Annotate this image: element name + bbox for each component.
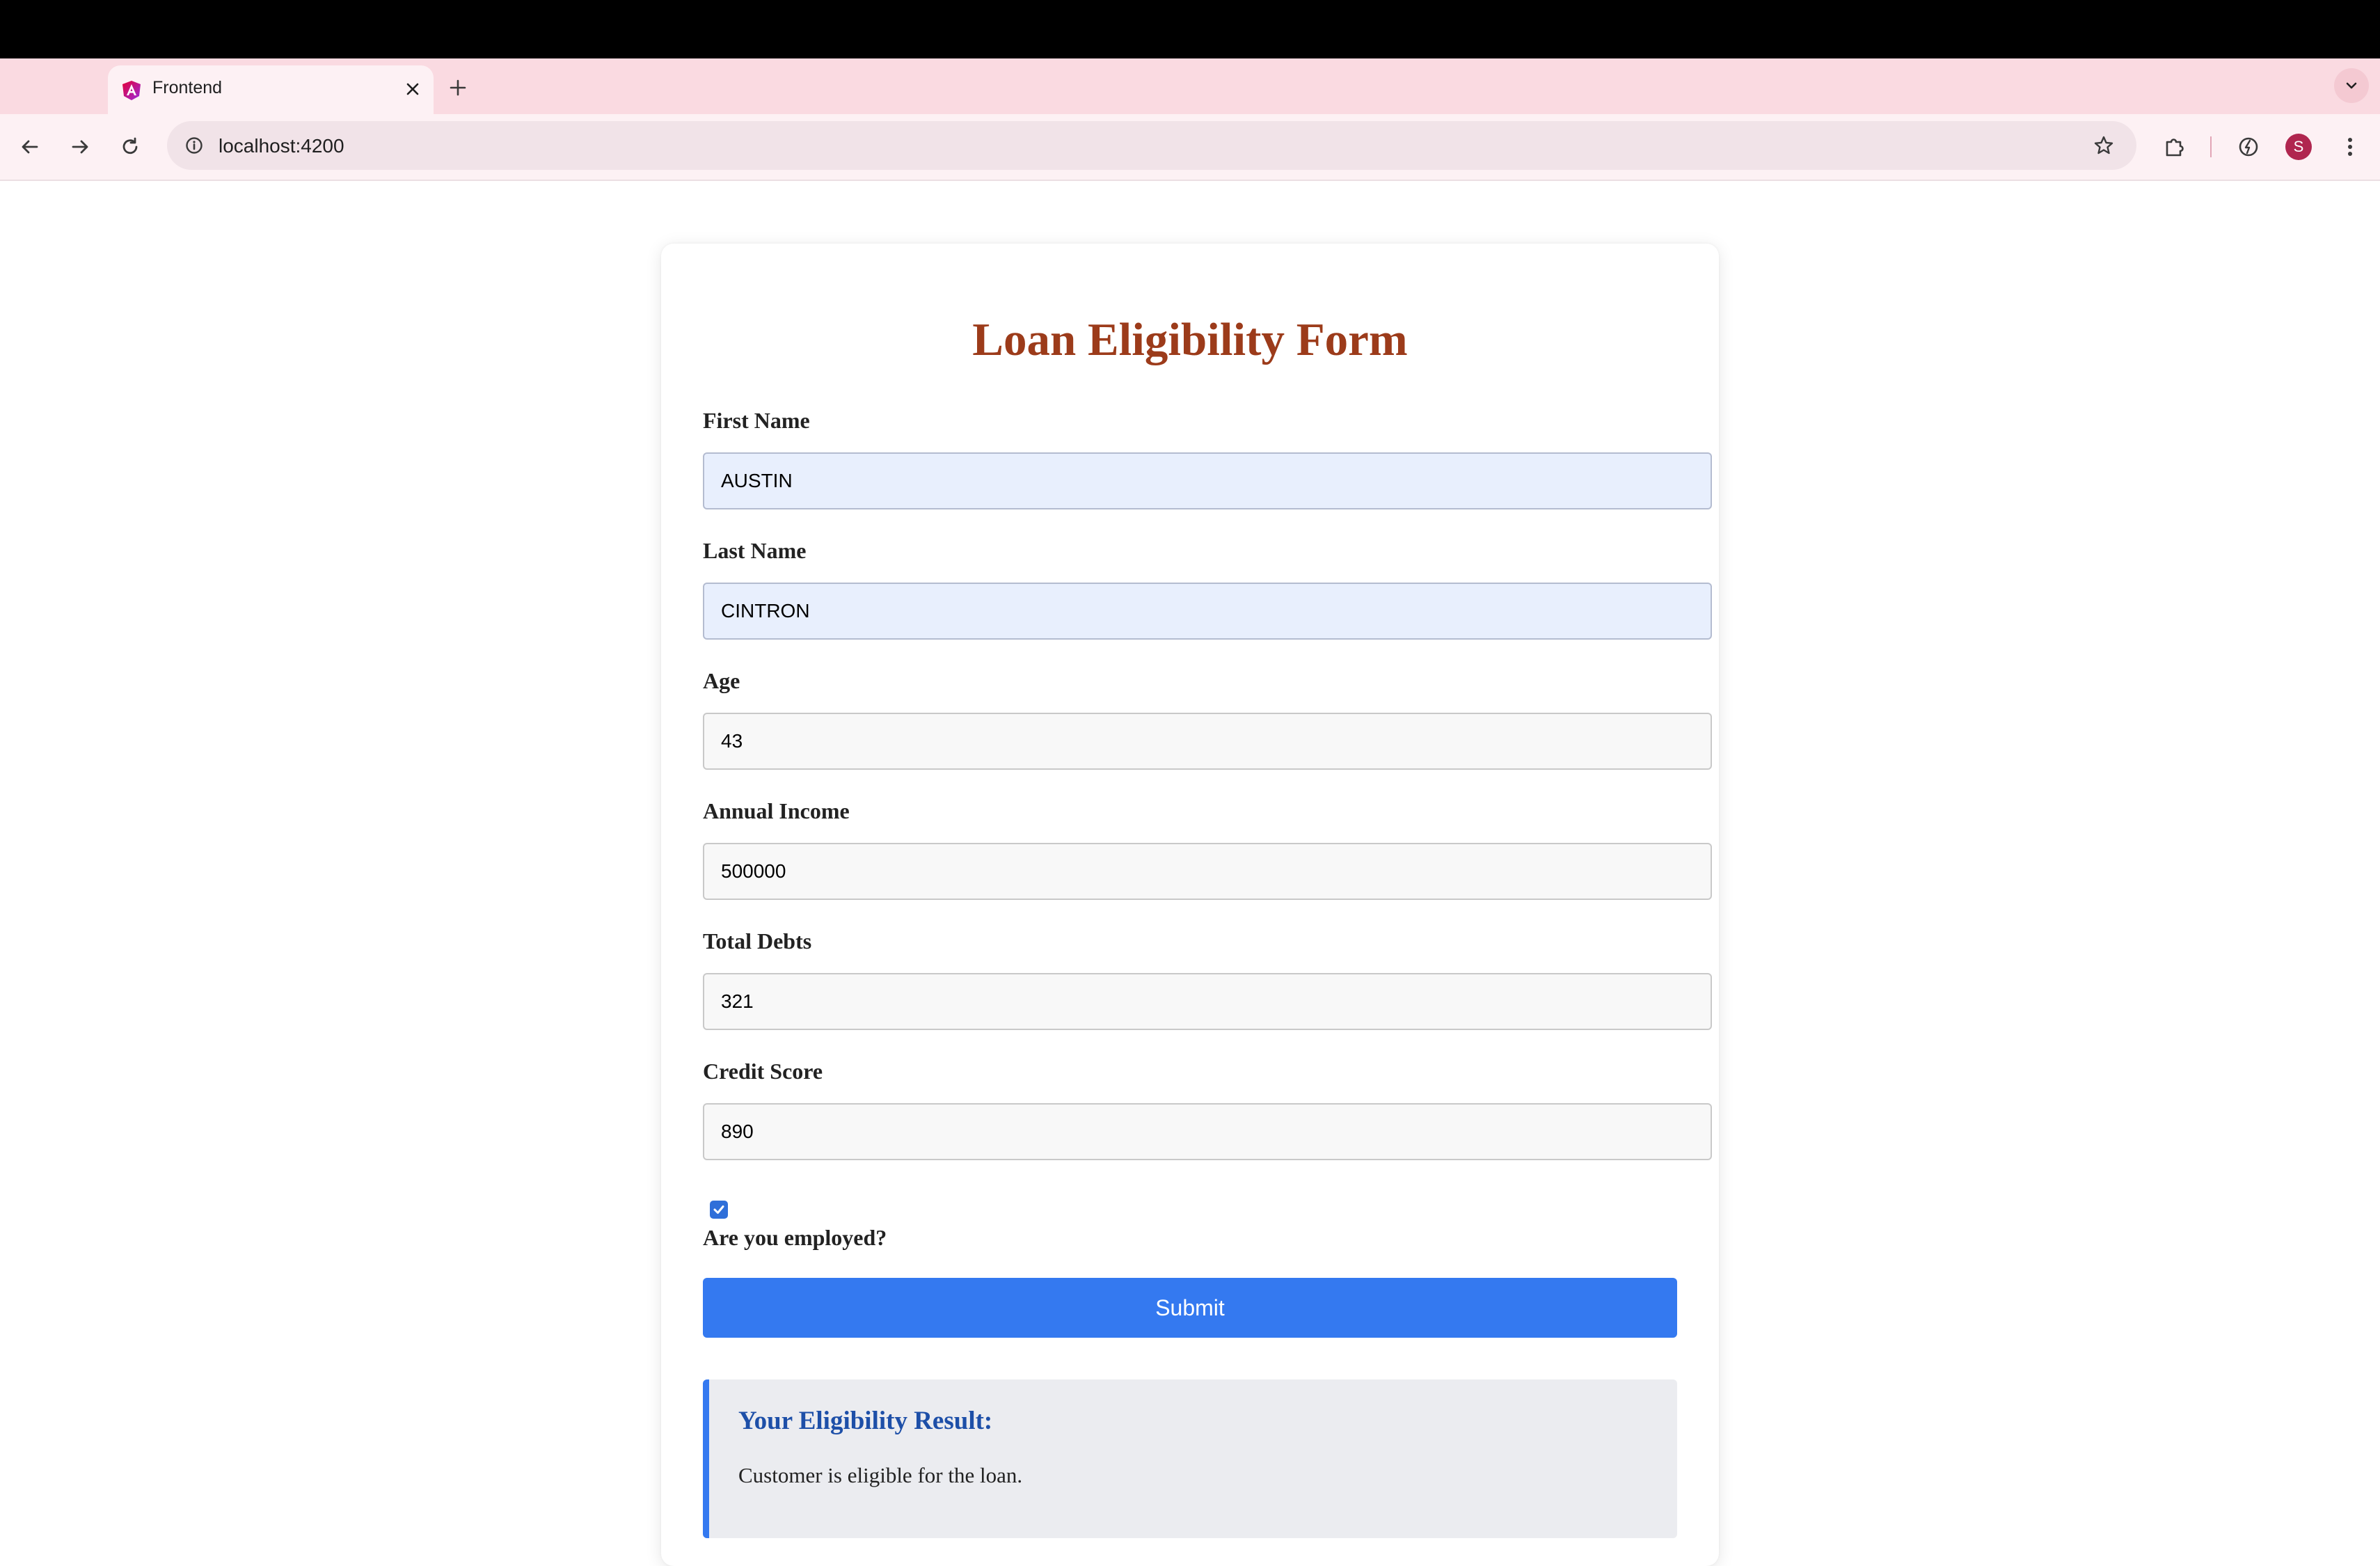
first-name-label: First Name [703, 408, 810, 433]
new-tab-plus-icon[interactable] [443, 72, 473, 103]
credit-score-label: Credit Score [703, 1059, 823, 1084]
last-name-label: Last Name [703, 538, 807, 563]
total-debts-value: 321 [721, 990, 754, 1012]
annual-income-value: 500000 [721, 860, 786, 882]
url-text: localhost:4200 [219, 135, 344, 157]
credit-score-value: 890 [721, 1121, 754, 1142]
profile-avatar[interactable]: S [2285, 134, 2312, 160]
site-info-icon[interactable] [177, 128, 212, 163]
eligibility-result-box: Your Eligibility Result: Customer is eli… [703, 1379, 1677, 1538]
system-top-bar [0, 0, 2380, 58]
address-bar[interactable]: localhost:4200 [167, 121, 2136, 170]
page-title: Loan Eligibility Form [972, 314, 1408, 365]
performance-gauge-icon[interactable] [2231, 129, 2266, 164]
tab-close-icon[interactable] [399, 75, 427, 103]
first-name-value: AUSTIN [721, 470, 793, 491]
last-name-value: CINTRON [721, 600, 810, 622]
bookmark-star-icon[interactable] [2086, 128, 2121, 163]
annual-income-input[interactable]: 500000 [703, 843, 1712, 900]
total-debts-label: Total Debts [703, 928, 812, 954]
submit-button[interactable]: Submit [703, 1278, 1677, 1338]
extensions-puzzle-icon[interactable] [2157, 129, 2192, 164]
more-menu-icon[interactable] [2333, 129, 2367, 164]
tab-strip: Frontend [0, 58, 2380, 114]
employed-checkbox[interactable] [710, 1201, 728, 1219]
browser-toolbar: localhost:4200 S [0, 114, 2380, 181]
browser-tab[interactable]: Frontend [108, 65, 434, 114]
last-name-input[interactable]: CINTRON [703, 583, 1712, 640]
result-heading: Your Eligibility Result: [738, 1407, 993, 1435]
tab-search-chevron-icon[interactable] [2334, 68, 2369, 103]
first-name-input[interactable]: AUSTIN [703, 452, 1712, 509]
employed-label: Are you employed? [703, 1225, 887, 1250]
annual-income-label: Annual Income [703, 798, 850, 823]
age-label: Age [703, 668, 740, 693]
age-value: 43 [721, 730, 743, 752]
total-debts-input[interactable]: 321 [703, 973, 1712, 1030]
loan-form-card: Loan Eligibility Form First Name AUSTIN … [661, 244, 1719, 1566]
reload-icon[interactable] [113, 129, 148, 164]
tab-title: Frontend [152, 78, 223, 97]
result-message: Customer is eligible for the loan. [738, 1463, 1023, 1487]
credit-score-input[interactable]: 890 [703, 1103, 1712, 1160]
back-arrow-icon[interactable] [13, 129, 47, 164]
angular-favicon-icon [120, 79, 143, 102]
age-input[interactable]: 43 [703, 713, 1712, 770]
toolbar-divider [2210, 136, 2212, 157]
forward-arrow-icon[interactable] [63, 129, 97, 164]
checkmark-icon [713, 1205, 724, 1214]
